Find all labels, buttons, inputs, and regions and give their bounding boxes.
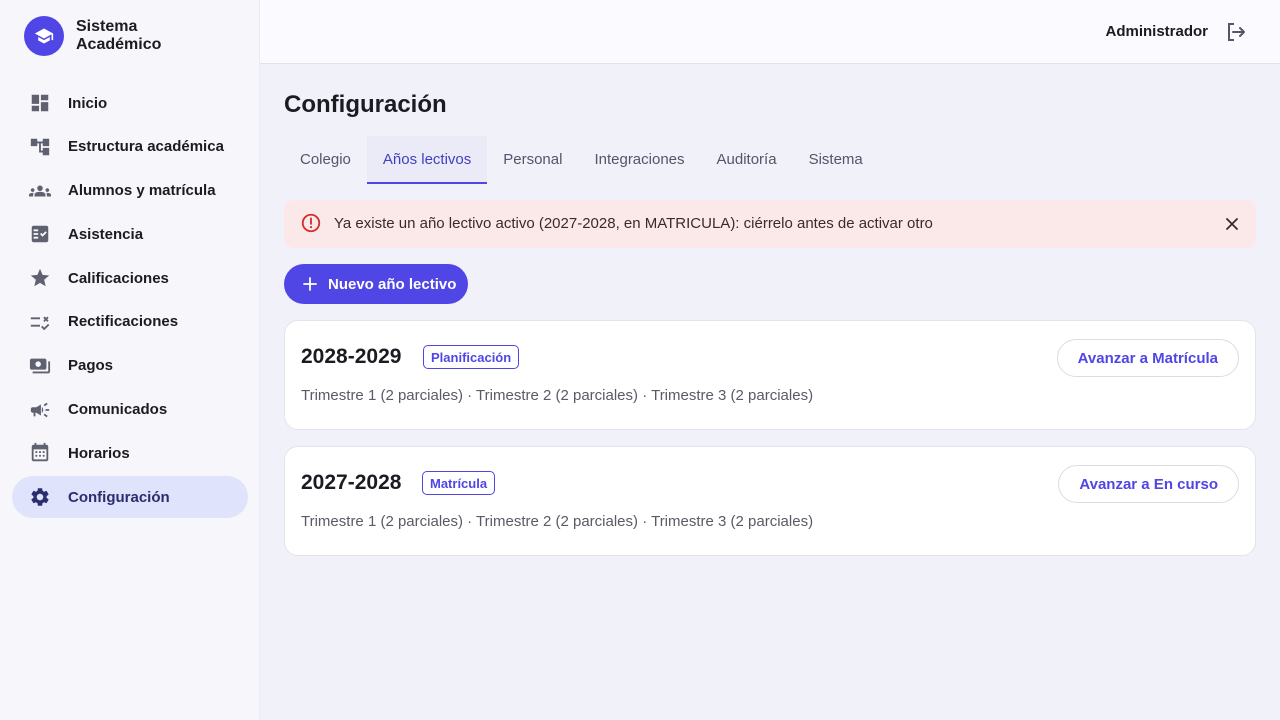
plus-icon [302,276,318,292]
sidebar-item-label: Estructura académica [68,138,224,156]
year-periods: Trimestre 1 (2 parciales) · Trimestre 2 … [301,513,814,530]
alert-message: Ya existe un año lectivo activo (2027-20… [334,215,933,232]
tab-auditoria[interactable]: Auditoría [701,136,793,184]
status-badge: Planificación [423,345,520,369]
brand[interactable]: Sistema Académico [24,16,186,56]
tab-colegio[interactable]: Colegio [284,136,367,184]
sidebar-item-configuracion[interactable]: Configuración [12,476,248,519]
gear-icon [28,485,52,509]
sidebar-item-pagos[interactable]: Pagos [12,345,248,387]
dashboard-icon [28,91,52,115]
sidebar-item-calificaciones[interactable]: Calificaciones [12,257,248,299]
tab-bar: Colegio Años lectivos Personal Integraci… [284,136,879,184]
user-name[interactable]: Administrador [1105,23,1208,40]
new-year-button-label: Nuevo año lectivo [328,275,457,293]
year-title: 2028-2029 [301,345,402,368]
star-icon [28,266,52,290]
sidebar-item-label: Asistencia [68,225,144,243]
sidebar-item-label: Configuración [68,488,170,506]
sidebar-item-alumnos[interactable]: Alumnos y matrícula [12,170,248,212]
sidebar-item-label: Rectificaciones [68,313,179,331]
year-title: 2027-2028 [301,471,402,494]
status-badge: Matrícula [422,471,496,495]
sidebar-item-horarios[interactable]: Horarios [12,432,248,474]
sidebar-item-asistencia[interactable]: Asistencia [12,213,248,255]
sidebar-item-label: Calificaciones [68,269,169,287]
sidebar-item-label: Comunicados [68,401,168,419]
sidebar-nav: Inicio Estructura académica Alumnos y ma… [12,82,248,520]
new-year-button[interactable]: Nuevo año lectivo [284,264,468,304]
sidebar-item-rectificaciones[interactable]: Rectificaciones [12,301,248,343]
year-periods: Trimestre 1 (2 parciales) · Trimestre 2 … [301,387,814,404]
sidebar-item-label: Horarios [68,444,130,462]
sidebar-item-label: Pagos [68,357,114,375]
sidebar-item-inicio[interactable]: Inicio [12,82,248,124]
advance-button[interactable]: Avanzar a En curso [1058,465,1239,503]
sidebar-item-estructura[interactable]: Estructura académica [12,126,248,168]
logout-icon[interactable] [1224,20,1248,44]
megaphone-icon [28,398,52,422]
sidebar: Sistema Académico Inicio Estructura acad… [0,0,260,720]
tab-personal[interactable]: Personal [487,136,578,184]
page-title: Configuración [284,91,447,118]
sidebar-item-label: Alumnos y matrícula [68,182,216,200]
tab-sistema[interactable]: Sistema [793,136,879,184]
sidebar-item-comunicados[interactable]: Comunicados [12,389,248,431]
calendar-icon [28,441,52,465]
tab-anos-lectivos[interactable]: Años lectivos [366,136,488,184]
topbar: Administrador [260,0,1280,64]
payments-icon [28,354,52,378]
year-card: 2027-2028 Matrícula Trimestre 1 (2 parci… [284,446,1256,556]
year-card: 2028-2029 Planificación Trimestre 1 (2 p… [284,320,1256,430]
error-alert: Ya existe un año lectivo activo (2027-20… [284,200,1256,248]
group-icon [28,179,52,203]
checklist-icon [28,222,52,246]
graduation-cap-icon [24,16,64,56]
advance-button[interactable]: Avanzar a Matrícula [1056,339,1239,377]
tab-integraciones[interactable]: Integraciones [578,136,700,184]
error-icon [300,212,322,234]
sidebar-item-label: Inicio [68,94,108,112]
close-icon[interactable] [1222,214,1242,234]
brand-name: Sistema Académico [76,18,162,53]
rule-edit-icon [28,310,52,334]
hierarchy-icon [28,135,52,159]
